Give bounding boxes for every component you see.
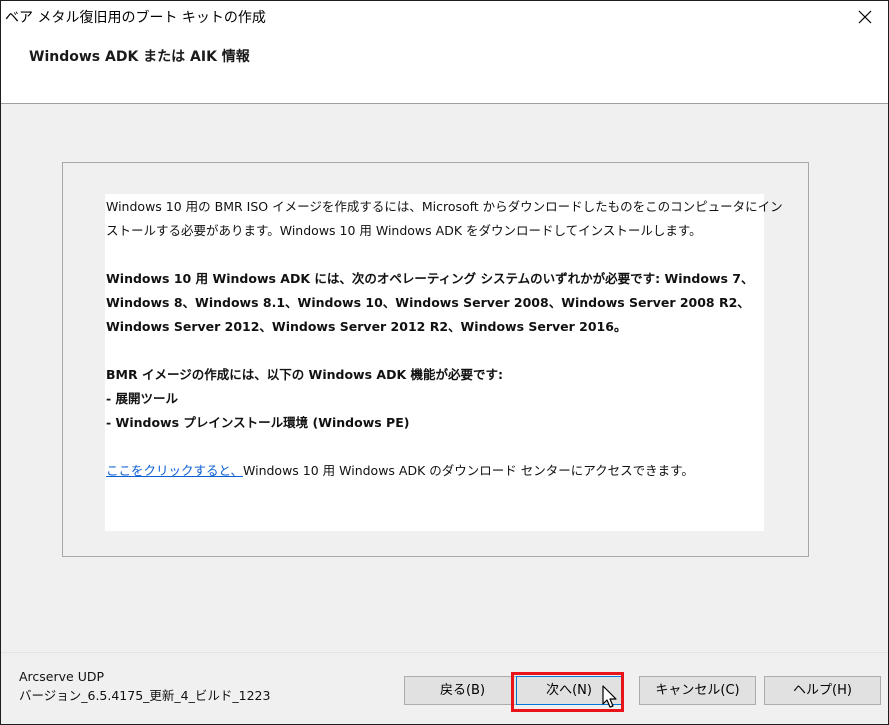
footer-separator (1, 652, 888, 653)
page-title: Windows ADK または AIK 情報 (29, 49, 250, 65)
feature-item-deployment-tools: - 展開ツール (106, 391, 179, 406)
download-center-link[interactable]: ここをクリックすると、 (106, 463, 243, 478)
info-content: Windows 10 用の BMR ISO イメージを作成するには、Micros… (105, 194, 783, 531)
close-button[interactable] (842, 1, 888, 32)
feature-item-windows-pe: - Windows プレインストール環境 (Windows PE) (106, 415, 410, 430)
wizard-header: Windows ADK または AIK 情報 (1, 32, 888, 104)
window-title: ベア メタル復旧用のブート キットの作成 (5, 10, 266, 26)
features-heading: BMR イメージの作成には、以下の Windows ADK 機能が必要です: (106, 367, 503, 382)
version-label: バージョン_6.5.4175_更新_4_ビルド_1223 (19, 688, 271, 703)
download-link-suffix: Windows 10 用 Windows ADK のダウンロード センターにアク… (243, 463, 694, 478)
download-paragraph: ここをクリックすると、Windows 10 用 Windows ADK のダウン… (106, 459, 764, 483)
intro-paragraph: Windows 10 用の BMR ISO イメージを作成するには、Micros… (106, 195, 783, 243)
help-button[interactable]: ヘルプ(H) (764, 676, 881, 705)
next-button[interactable]: 次へ(N) (516, 676, 622, 705)
requirements-line-2: Windows 8、Windows 8.1、Windows 10、Windows… (106, 295, 750, 310)
requirements-paragraph: Windows 10 用 Windows ADK には、次のオペレーティング シ… (106, 267, 764, 339)
close-icon (858, 10, 872, 24)
dialog-window: ベア メタル復旧用のブート キットの作成 Windows ADK または AIK… (0, 0, 889, 725)
cancel-button[interactable]: キャンセル(C) (639, 676, 756, 705)
title-bar: ベア メタル復旧用のブート キットの作成 (1, 1, 888, 32)
back-button[interactable]: 戻る(B) (404, 676, 521, 705)
features-paragraph: BMR イメージの作成には、以下の Windows ADK 機能が必要です: -… (106, 363, 764, 435)
download-line: ここをクリックすると、Windows 10 用 Windows ADK のダウン… (106, 459, 764, 483)
requirements-line-1: Windows 10 用 Windows ADK には、次のオペレーティング シ… (106, 271, 754, 286)
intro-line-2: ストールする必要があります。Windows 10 用 Windows ADK を… (106, 223, 702, 238)
info-panel: Windows 10 用の BMR ISO イメージを作成するには、Micros… (62, 162, 809, 557)
requirements-line-3: Windows Server 2012、Windows Server 2012 … (106, 319, 627, 334)
intro-line-1: Windows 10 用の BMR ISO イメージを作成するには、Micros… (106, 199, 783, 214)
app-name: Arcserve UDP (19, 669, 105, 684)
